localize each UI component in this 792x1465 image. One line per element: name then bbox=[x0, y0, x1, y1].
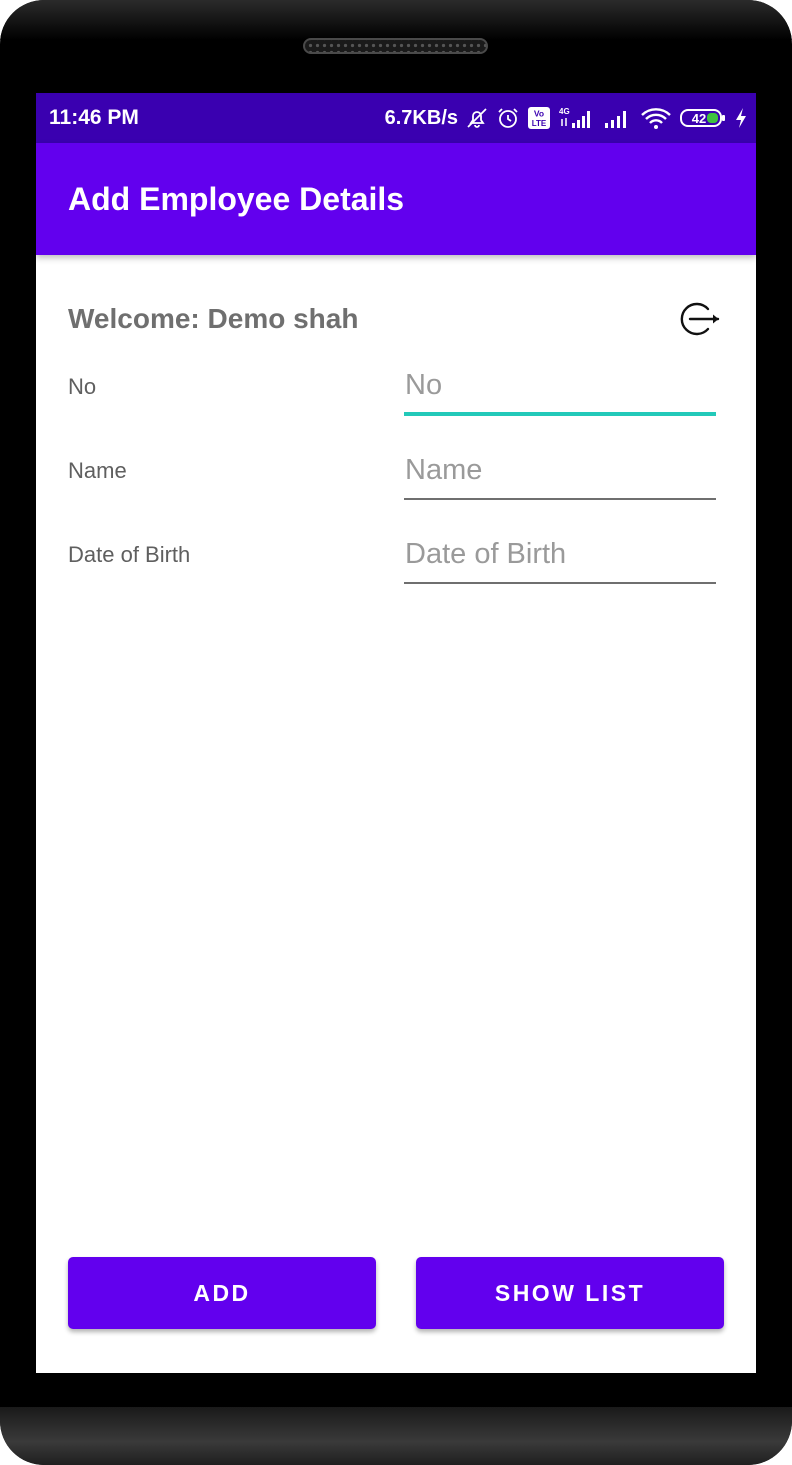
wifi-icon bbox=[640, 106, 672, 130]
no-input[interactable] bbox=[404, 366, 716, 416]
phone-frame: 11:46 PM 6.7KB/s Vo LTE 4G 42 Add Employ… bbox=[0, 0, 792, 1465]
status-icons: 6.7KB/s Vo LTE 4G 42 bbox=[385, 106, 748, 130]
volte-icon: Vo LTE bbox=[527, 106, 551, 130]
device-screen: 11:46 PM 6.7KB/s Vo LTE 4G 42 Add Employ… bbox=[36, 93, 756, 1373]
status-bar: 11:46 PM 6.7KB/s Vo LTE 4G 42 bbox=[36, 93, 756, 143]
volte-badge-top: Vo bbox=[534, 109, 544, 119]
alarm-icon bbox=[496, 106, 520, 130]
phone-bottom-bezel bbox=[0, 1407, 792, 1465]
field-label-no: No bbox=[68, 374, 97, 399]
battery-level: 42 bbox=[692, 111, 706, 126]
name-input[interactable] bbox=[404, 450, 716, 500]
welcome-text: Welcome: Demo shah bbox=[68, 303, 359, 334]
network-speed: 6.7KB/s bbox=[384, 106, 458, 129]
field-label-dob: Date of Birth bbox=[68, 542, 191, 567]
phone-top-bezel bbox=[0, 0, 792, 40]
field-label-name: Name bbox=[68, 458, 127, 483]
charging-icon bbox=[734, 106, 748, 130]
signal-4g-icon: 4G bbox=[558, 106, 596, 130]
app-bar: Add Employee Details bbox=[36, 143, 756, 255]
signal-icon bbox=[603, 106, 633, 130]
status-time: 11:46 PM bbox=[49, 106, 139, 129]
show-list-button[interactable]: SHOW LIST bbox=[416, 1257, 724, 1329]
field-row-dob: Date of Birth bbox=[68, 534, 716, 588]
welcome-row: Welcome: Demo shah bbox=[68, 299, 720, 339]
field-row-no: No bbox=[68, 366, 716, 420]
volte-badge-bottom: LTE bbox=[532, 119, 547, 128]
add-button[interactable]: ADD bbox=[68, 1257, 376, 1329]
network-type-label: 4G bbox=[559, 107, 570, 116]
battery-icon: 42 bbox=[679, 106, 727, 130]
page-title: Add Employee Details bbox=[68, 180, 405, 217]
earpiece-speaker bbox=[303, 38, 488, 54]
logout-icon[interactable] bbox=[678, 297, 722, 341]
date-of-birth-input[interactable] bbox=[404, 534, 716, 584]
field-row-name: Name bbox=[68, 450, 716, 504]
mute-bell-icon bbox=[465, 106, 489, 130]
